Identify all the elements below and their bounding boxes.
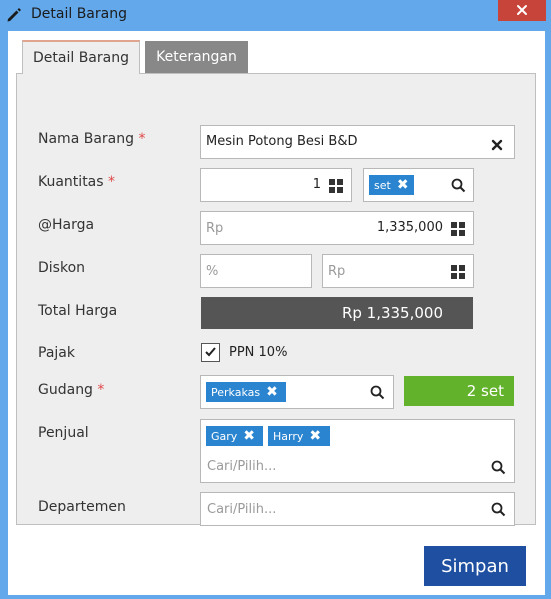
search-icon[interactable] (370, 385, 385, 404)
diskon-amount-input[interactable]: Rp (322, 254, 474, 288)
harga-input[interactable]: Rp 1,335,000 (200, 211, 474, 245)
penjual-tag-label: Gary (211, 429, 238, 443)
title-bar[interactable]: Detail Barang (0, 0, 551, 31)
diskon-percent-input[interactable]: % (200, 254, 312, 288)
dialog-body: Detail Barang Keterangan Nama Barang * M… (8, 31, 545, 595)
checkmark-icon (204, 343, 217, 362)
total-harga-label: Total Harga (38, 303, 118, 319)
penjual-select[interactable]: Gary ✖ Harry ✖ Cari/Pilih... (200, 419, 515, 483)
pencil-icon (5, 6, 23, 24)
calculator-icon[interactable] (451, 264, 465, 283)
search-icon[interactable] (451, 178, 466, 197)
nama-barang-value: Mesin Potong Besi B&D (206, 134, 358, 149)
clear-icon[interactable] (491, 136, 503, 155)
penjual-tag-gary[interactable]: Gary ✖ (206, 426, 263, 446)
remove-tag-icon[interactable]: ✖ (266, 384, 278, 400)
kuantitas-value: 1 (312, 177, 321, 192)
form-panel: Nama Barang * Mesin Potong Besi B&D Kuan… (16, 73, 536, 526)
penjual-tag-label: Harry (273, 429, 304, 443)
search-icon[interactable] (491, 460, 506, 479)
kuantitas-label: Kuantitas * (38, 174, 116, 190)
gudang-tag-label: Perkakas (211, 385, 261, 399)
save-button[interactable]: Simpan (424, 546, 526, 586)
pajak-label: Pajak (38, 345, 75, 361)
ppn-checkbox[interactable] (201, 343, 220, 362)
penjual-label: Penjual (38, 425, 89, 441)
gudang-select[interactable]: Perkakas ✖ (200, 375, 394, 409)
harga-value: 1,335,000 (376, 220, 443, 235)
remove-tag-icon[interactable]: ✖ (243, 428, 255, 444)
tab-keterangan[interactable]: Keterangan (145, 41, 248, 73)
calculator-icon[interactable] (451, 221, 465, 240)
stock-badge: 2 set (404, 376, 514, 406)
diskon-amount-placeholder: Rp (328, 264, 346, 279)
harga-prefix: Rp (206, 221, 224, 236)
unit-tag-label: set (374, 178, 391, 192)
nama-barang-label: Nama Barang * (38, 131, 146, 147)
unit-select[interactable]: set ✖ (363, 168, 474, 202)
remove-tag-icon[interactable]: ✖ (309, 428, 321, 444)
ppn-label: PPN 10% (229, 345, 288, 360)
close-icon (516, 1, 528, 20)
penjual-placeholder: Cari/Pilih... (207, 459, 277, 474)
penjual-tag-harry[interactable]: Harry ✖ (268, 426, 330, 446)
unit-tag[interactable]: set ✖ (369, 175, 414, 195)
gudang-tag[interactable]: Perkakas ✖ (206, 382, 286, 402)
departemen-placeholder: Cari/Pilih... (207, 502, 277, 517)
close-button[interactable] (498, 0, 546, 21)
dialog-window: Detail Barang Detail Barang Keterangan N… (0, 0, 551, 599)
diskon-percent-placeholder: % (206, 264, 219, 279)
gudang-label: Gudang * (38, 382, 105, 398)
kuantitas-input[interactable]: 1 (200, 168, 352, 202)
diskon-label: Diskon (38, 260, 86, 276)
window-title: Detail Barang (31, 6, 127, 22)
search-icon[interactable] (491, 502, 506, 521)
departemen-select[interactable]: Cari/Pilih... (200, 492, 515, 526)
harga-label: @Harga (38, 217, 95, 233)
calculator-icon[interactable] (329, 178, 343, 197)
tab-detail-barang[interactable]: Detail Barang (22, 40, 140, 74)
nama-barang-field[interactable]: Mesin Potong Besi B&D (200, 125, 515, 159)
total-harga-value: Rp 1,335,000 (201, 297, 473, 329)
remove-tag-icon[interactable]: ✖ (397, 177, 409, 193)
departemen-label: Departemen (38, 499, 126, 515)
